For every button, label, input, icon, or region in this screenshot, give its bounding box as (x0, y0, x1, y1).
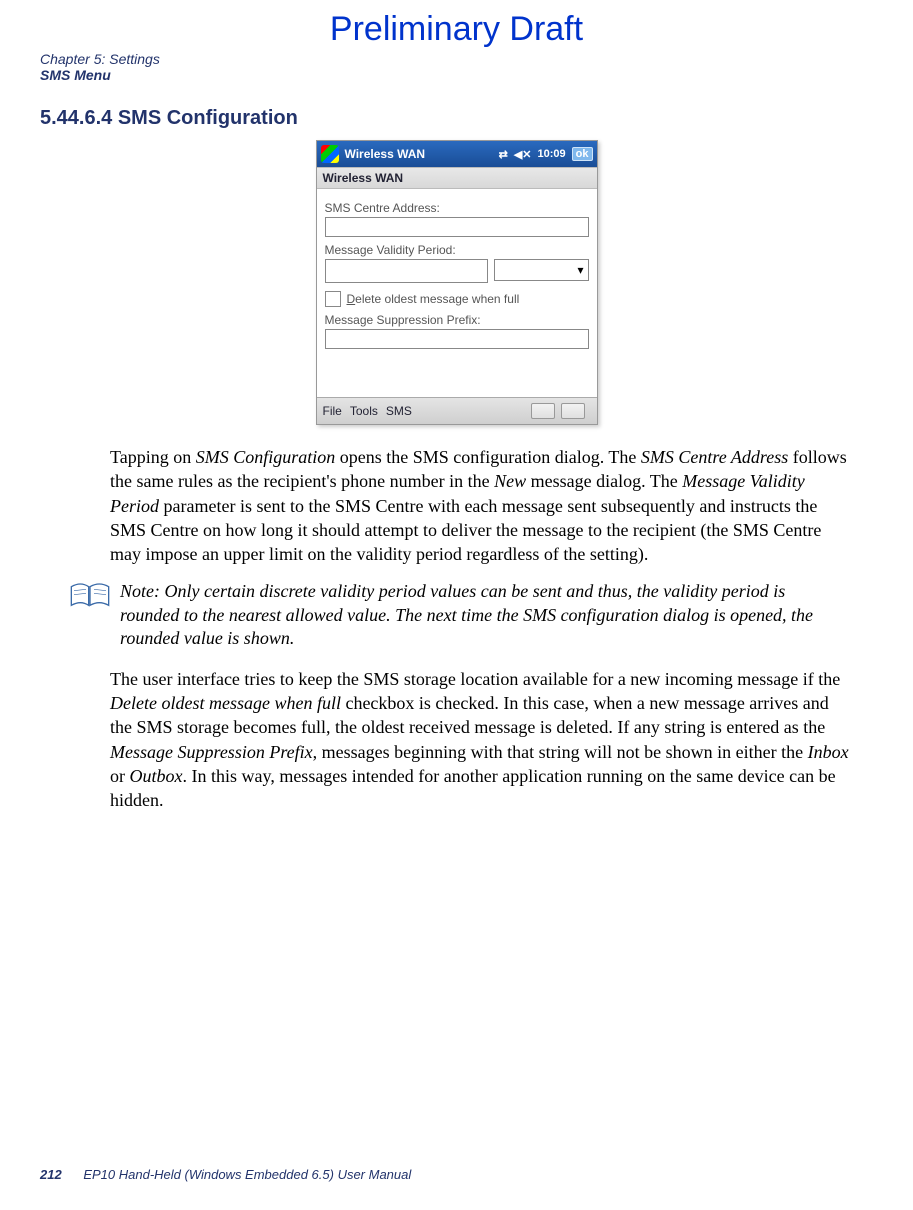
menu-bar: File Tools SMS (317, 397, 597, 424)
page-number: 212 (40, 1167, 62, 1182)
paragraph-2: The user interface tries to keep the SMS… (40, 667, 873, 813)
window-titlebar: Wireless WAN ⇄ ◀✕ 10:09 ok (317, 141, 597, 167)
delete-oldest-checkbox[interactable] (325, 291, 341, 307)
manual-title: EP10 Hand-Held (Windows Embedded 6.5) Us… (83, 1167, 411, 1182)
sip-icon[interactable] (561, 403, 585, 419)
form-area: SMS Centre Address: Message Validity Per… (317, 189, 597, 397)
menu-sms[interactable]: SMS (386, 404, 412, 418)
volume-icon[interactable]: ◀✕ (514, 148, 532, 161)
menu-file[interactable]: File (323, 404, 342, 418)
menu-tools[interactable]: Tools (350, 404, 378, 418)
clock-time: 10:09 (538, 148, 566, 160)
device-window: Wireless WAN ⇄ ◀✕ 10:09 ok Wireless WAN … (316, 140, 598, 425)
validity-value-input[interactable] (325, 259, 488, 283)
delete-oldest-label: Delete oldest message when full (347, 292, 520, 306)
paragraph-1: Tapping on SMS Configuration opens the S… (40, 445, 873, 566)
sms-centre-input[interactable] (325, 217, 589, 237)
suppression-label: Message Suppression Prefix: (325, 313, 589, 327)
connectivity-icon[interactable]: ⇄ (499, 148, 508, 161)
keyboard-icon[interactable] (531, 403, 555, 419)
suppression-input[interactable] (325, 329, 589, 349)
note-label: Note: (120, 581, 160, 601)
page-footer: 212 EP10 Hand-Held (Windows Embedded 6.5… (40, 1167, 411, 1182)
embedded-screenshot: Wireless WAN ⇄ ◀✕ 10:09 ok Wireless WAN … (40, 140, 873, 425)
validity-label: Message Validity Period: (325, 243, 589, 257)
note-block: Note: Only certain discrete validity per… (40, 580, 873, 650)
start-flag-icon[interactable] (321, 145, 339, 163)
window-subheader: Wireless WAN (317, 167, 597, 189)
section-heading: 5.44.6.4 SMS Configuration (40, 107, 873, 130)
chevron-down-icon: ▾ (577, 263, 583, 277)
chapter-label: Chapter 5: Settings (40, 51, 873, 67)
book-icon (70, 582, 116, 650)
app-title: Wireless WAN (345, 147, 499, 161)
section-label: SMS Menu (40, 67, 873, 83)
ok-button[interactable]: ok (572, 147, 593, 161)
validity-unit-dropdown[interactable]: ▾ (494, 259, 589, 281)
preliminary-draft-header: Preliminary Draft (40, 10, 873, 49)
sms-centre-label: SMS Centre Address: (325, 201, 589, 215)
